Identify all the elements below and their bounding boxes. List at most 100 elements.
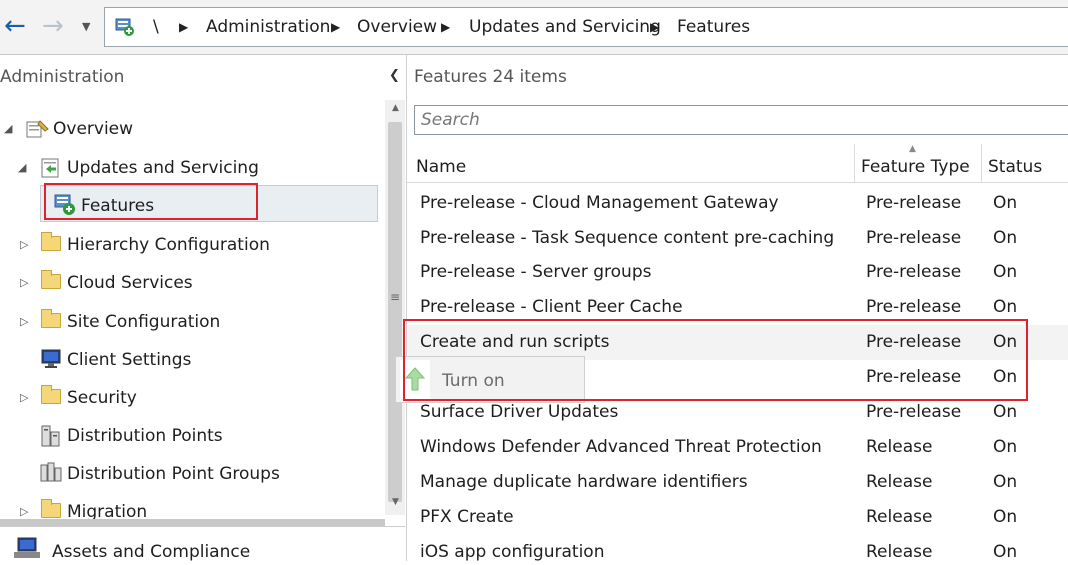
tree-item-hierarchy-configuration[interactable]: ▷ Hierarchy Configuration	[0, 228, 380, 262]
breadcrumb-root[interactable]: \	[153, 17, 159, 37]
workspace-list: Assets and Compliance	[0, 526, 405, 562]
workspace-label: Assets and Compliance	[52, 542, 251, 562]
collapsed-arrow-icon[interactable]: ▷	[20, 505, 28, 518]
tree-item-distribution-point-groups[interactable]: Distribution Point Groups	[0, 457, 380, 491]
search-input[interactable]: Search	[414, 105, 1068, 135]
tree-item-updates-and-servicing[interactable]: ◢ Updates and Servicing	[0, 151, 380, 185]
cell-name: iOS app configuration	[420, 542, 605, 561]
folder-icon	[41, 385, 61, 404]
scrollbar-grip-icon: ≡	[390, 290, 401, 304]
breadcrumb-administration[interactable]: Administration	[206, 17, 330, 37]
tree-item-site-configuration[interactable]: ▷ Site Configuration	[0, 305, 380, 339]
table-row[interactable]: Pre-release - Cloud Management Gateway P…	[407, 186, 1068, 221]
updates-icon	[41, 158, 59, 178]
forward-arrow-icon[interactable]: →	[42, 12, 64, 40]
cell-status: On	[993, 297, 1018, 317]
folder-icon	[41, 499, 61, 518]
breadcrumb-separator-icon[interactable]: ▶	[441, 20, 450, 34]
tree-item-label: Migration	[67, 502, 148, 519]
cell-feature-type: Pre-release	[866, 402, 962, 422]
breadcrumb-separator-icon[interactable]: ▶	[650, 20, 659, 34]
tree-item-security[interactable]: ▷ Security	[0, 381, 380, 415]
table-row[interactable]: PFX Create Release On	[407, 500, 1068, 535]
cell-status: On	[993, 193, 1018, 213]
breadcrumb-separator-icon[interactable]: ▶	[179, 20, 188, 34]
cell-name: PFX Create	[420, 507, 514, 527]
scroll-up-icon[interactable]: ▲	[392, 103, 399, 113]
table-row[interactable]: Manage duplicate hardware identifiers Re…	[407, 465, 1068, 500]
workspace-assets-and-compliance[interactable]: Assets and Compliance	[0, 531, 400, 565]
tree-item-label: Overview	[53, 119, 134, 139]
cell-feature-type: Release	[866, 437, 933, 457]
cell-name: Pre-release - Client Peer Cache	[420, 297, 683, 317]
tree-item-client-settings[interactable]: Client Settings	[0, 343, 380, 377]
collapsed-arrow-icon[interactable]: ▷	[20, 276, 28, 289]
breadcrumb-separator-icon[interactable]: ▶	[331, 20, 340, 34]
tree-item-migration[interactable]: ▷ Migration	[0, 495, 380, 519]
folder-icon	[41, 232, 61, 251]
scrollbar-thumb[interactable]	[388, 122, 402, 502]
cell-status: On	[993, 542, 1018, 561]
back-arrow-icon[interactable]: ←	[4, 12, 26, 40]
cell-name: Surface Driver Updates	[420, 402, 619, 422]
cell-feature-type: Pre-release	[866, 193, 962, 213]
tree-item-overview[interactable]: ◢ Overview	[0, 112, 380, 146]
cell-feature-type: Pre-release	[866, 297, 962, 317]
features-icon	[115, 18, 134, 36]
table-row[interactable]: iOS app configuration Release On	[407, 535, 1068, 561]
cell-feature-type: Pre-release	[866, 262, 962, 282]
table-row[interactable]: Pre-release - Server groups Pre-release …	[407, 255, 1068, 290]
cell-feature-type: Pre-release	[866, 228, 962, 248]
tree-scrollbar[interactable]	[385, 100, 405, 515]
horizontal-scrollbar[interactable]	[0, 519, 385, 526]
tree-item-cloud-services[interactable]: ▷ Cloud Services	[0, 266, 380, 300]
client-settings-icon	[41, 349, 61, 368]
column-header-name[interactable]: Name	[416, 157, 466, 177]
table-row[interactable]: Windows Defender Advanced Threat Protect…	[407, 430, 1068, 465]
column-header-feature-type[interactable]: Feature Type	[861, 157, 970, 177]
tree-item-label: Updates and Servicing	[67, 158, 259, 178]
tree-item-distribution-points[interactable]: Distribution Points	[0, 419, 380, 453]
tree-item-label: Hierarchy Configuration	[67, 235, 270, 255]
cell-status: On	[993, 507, 1018, 527]
expanded-arrow-icon[interactable]: ◢	[18, 161, 26, 174]
distribution-points-icon	[41, 425, 60, 447]
collapsed-arrow-icon[interactable]: ▷	[20, 238, 28, 251]
collapse-pane-icon[interactable]: ❮	[389, 68, 400, 83]
tree-item-label: Client Settings	[67, 350, 192, 370]
history-dropdown-icon[interactable]: ▼	[82, 20, 90, 33]
pane-title: Administration	[0, 67, 125, 87]
cell-name: Windows Defender Advanced Threat Protect…	[420, 437, 822, 457]
tree-item-label: Distribution Points	[67, 426, 223, 446]
folder-icon	[41, 309, 61, 328]
cell-name: Pre-release - Cloud Management Gateway	[420, 193, 779, 213]
collapsed-arrow-icon[interactable]: ▷	[20, 315, 28, 328]
address-bar: ← → ▼ \ ▶ Administration ▶ Overview ▶ Up…	[0, 0, 1068, 55]
cell-name: Manage duplicate hardware identifiers	[420, 472, 748, 492]
breadcrumb-updates-and-servicing[interactable]: Updates and Servicing	[469, 17, 661, 37]
table-row[interactable]: Pre-release - Task Sequence content pre-…	[407, 221, 1068, 256]
collapsed-arrow-icon[interactable]: ▷	[20, 391, 28, 404]
tree-item-label: Distribution Point Groups	[67, 464, 280, 484]
cell-name: Pre-release - Task Sequence content pre-…	[420, 228, 835, 248]
cell-feature-type: Release	[866, 542, 933, 561]
tree-item-label: Security	[67, 388, 137, 408]
column-header: Name ▲ Feature Type Status	[407, 144, 1068, 183]
search-placeholder: Search	[421, 110, 480, 130]
breadcrumb-features[interactable]: Features	[677, 17, 750, 37]
overview-icon	[26, 120, 49, 138]
breadcrumb[interactable]: \ ▶ Administration ▶ Overview ▶ Updates …	[104, 7, 1068, 47]
sort-ascending-icon: ▲	[909, 144, 916, 154]
folder-icon	[41, 270, 61, 289]
column-header-status[interactable]: Status	[988, 157, 1042, 177]
column-divider[interactable]	[981, 144, 982, 182]
cell-status: On	[993, 402, 1018, 422]
breadcrumb-overview[interactable]: Overview	[357, 17, 437, 37]
scroll-down-icon[interactable]: ▼	[392, 497, 399, 507]
expanded-arrow-icon[interactable]: ◢	[4, 122, 12, 135]
tree-item-label: Cloud Services	[67, 273, 193, 293]
column-divider[interactable]	[854, 144, 855, 182]
navigation-pane: Administration ❮ ◢ Overview ◢ Updates an…	[0, 55, 405, 562]
cell-status: On	[993, 262, 1018, 282]
cell-feature-type: Release	[866, 472, 933, 492]
